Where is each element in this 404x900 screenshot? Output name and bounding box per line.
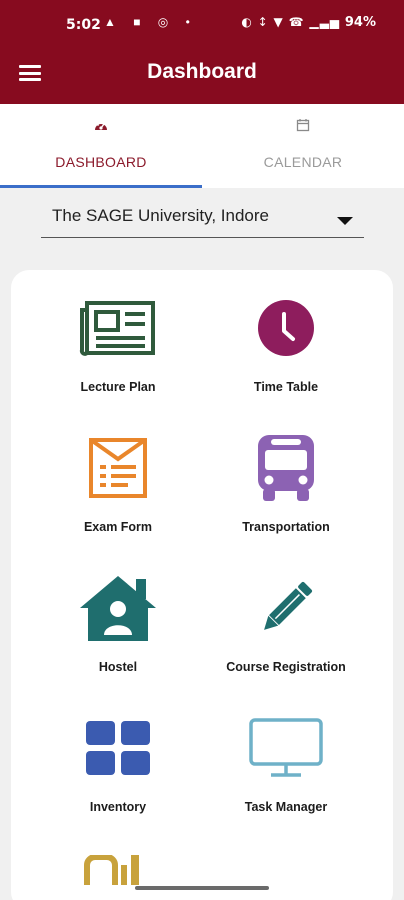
institution-select[interactable]: The SAGE University, Indore (41, 198, 364, 238)
bus-icon (201, 428, 371, 508)
status-right: ◐ ↕ ▼ ☎ ▁▃▅ 94% (241, 15, 376, 30)
app-header: 5:02 ▲ ■ ◎ • ◐ ↕ ▼ ☎ ▁▃▅ 94% Dashboard (0, 0, 404, 104)
transportation-label: Transportation (242, 520, 330, 534)
status-time: 5:02 (66, 17, 101, 33)
exam-form-label: Exam Form (83, 520, 153, 534)
dashboard-gauge-icon (0, 118, 202, 136)
grid-icon (33, 708, 203, 788)
gesture-nav-bar[interactable] (135, 886, 269, 890)
tab-bar: DASHBOARD CALENDAR (0, 104, 404, 188)
inventory-tile[interactable]: Inventory (33, 708, 203, 818)
tab-dashboard[interactable]: DASHBOARD (0, 104, 202, 188)
newspaper-icon (33, 288, 203, 368)
partial-module-icon[interactable] (83, 854, 153, 890)
clock-icon (201, 288, 371, 368)
time-table-tile[interactable]: Time Table (201, 288, 371, 398)
dropdown-arrow-icon (337, 217, 353, 225)
lecture-plan-tile[interactable]: Lecture Plan (33, 288, 203, 398)
tab-calendar-label: CALENDAR (263, 154, 343, 170)
inventory-label: Inventory (89, 800, 147, 814)
battery-level: 94% (344, 15, 376, 30)
tab-calendar[interactable]: CALENDAR (202, 104, 404, 188)
transportation-tile[interactable]: Transportation (201, 428, 371, 538)
hostel-label: Hostel (98, 660, 138, 674)
signal-icons: ◐ ↕ ▼ ☎ ▁▃▅ (241, 15, 341, 29)
page-title: Dashboard (147, 60, 257, 83)
course-registration-tile[interactable]: Course Registration (201, 568, 371, 678)
exam-form-tile[interactable]: Exam Form (33, 428, 203, 538)
house-user-icon (33, 568, 203, 648)
calendar-icon (202, 118, 404, 136)
time-table-label: Time Table (253, 380, 319, 394)
course-registration-label: Course Registration (226, 660, 346, 674)
tab-dashboard-label: DASHBOARD (55, 154, 147, 170)
institution-select-value: The SAGE University, Indore (52, 206, 269, 225)
hostel-tile[interactable]: Hostel (33, 568, 203, 678)
active-tab-indicator (0, 185, 202, 188)
pencil-icon (201, 568, 371, 648)
monitor-icon (201, 708, 371, 788)
notification-icons: ▲ ■ ◎ • (104, 15, 197, 29)
task-manager-tile[interactable]: Task Manager (201, 708, 371, 818)
lecture-plan-label: Lecture Plan (80, 380, 156, 394)
status-bar: 5:02 ▲ ■ ◎ • ◐ ↕ ▼ ☎ ▁▃▅ 94% (0, 0, 404, 52)
task-manager-label: Task Manager (244, 800, 328, 814)
module-grid-card: Lecture Plan Time Table Exam Form Transp… (11, 270, 393, 900)
form-envelope-icon (33, 428, 203, 508)
